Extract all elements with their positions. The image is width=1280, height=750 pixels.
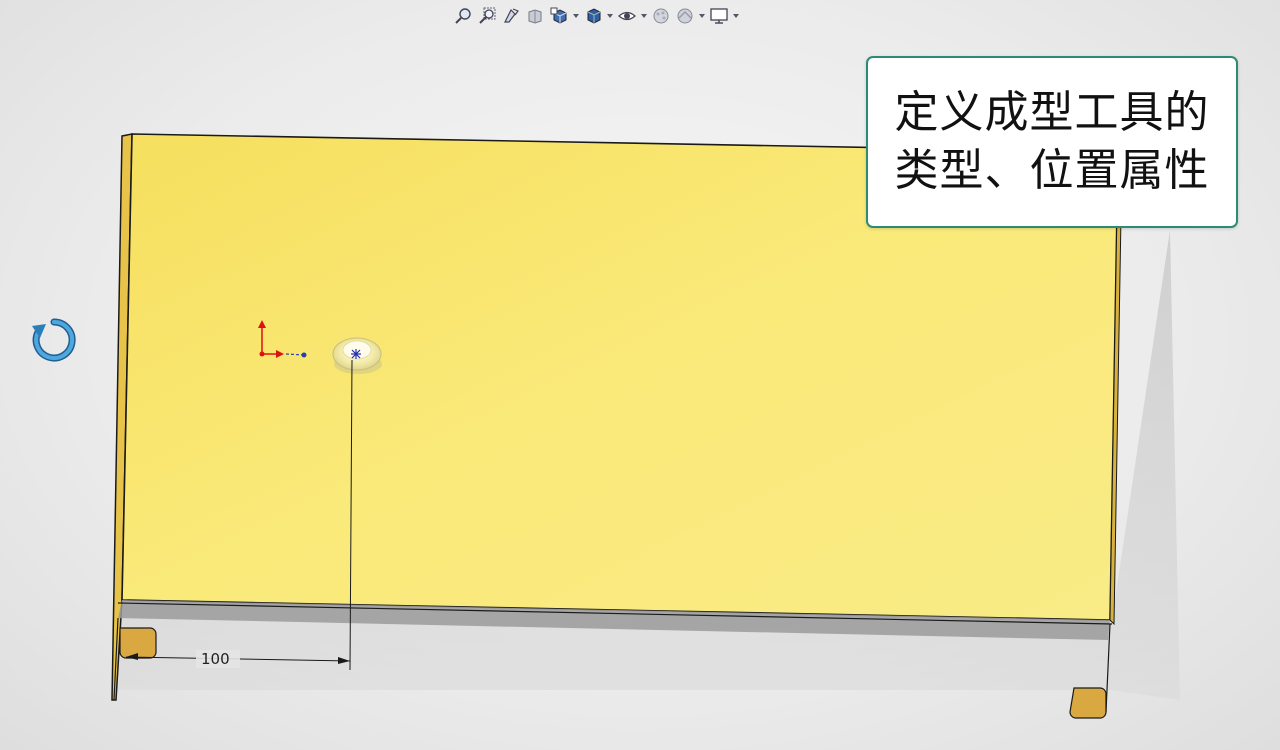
display-style-icon[interactable]	[582, 5, 604, 27]
section-view-icon[interactable]	[524, 5, 546, 27]
callout-text: 定义成型工具的 类型、位置属性	[872, 84, 1232, 200]
view-orientation-icon[interactable]	[548, 5, 570, 27]
forming-tool-top	[342, 340, 372, 360]
view-orientation-dropdown-icon[interactable]	[572, 5, 580, 27]
zoom-to-area-icon[interactable]	[476, 5, 498, 27]
right-tab	[1069, 687, 1107, 719]
apply-scene-icon[interactable]	[674, 5, 696, 27]
hide-show-dropdown-icon[interactable]	[640, 5, 648, 27]
hide-show-items-icon[interactable]	[616, 5, 638, 27]
rotate-view-icon[interactable]	[30, 316, 78, 364]
forming-tool-placement-point[interactable]	[351, 349, 361, 359]
heads-up-view-toolbar	[452, 4, 740, 28]
zoom-to-fit-icon[interactable]	[452, 5, 474, 27]
callout-line-1: 定义成型工具的	[894, 87, 1210, 138]
dimension-value[interactable]: 100	[201, 650, 230, 668]
sketch-point	[301, 352, 307, 358]
edit-appearance-icon[interactable]	[650, 5, 672, 27]
previous-view-icon[interactable]	[500, 5, 522, 27]
callout-line-2: 类型、位置属性	[894, 145, 1210, 196]
instruction-callout: 定义成型工具的 类型、位置属性	[866, 56, 1238, 228]
display-style-dropdown-icon[interactable]	[606, 5, 614, 27]
view-settings-dropdown-icon[interactable]	[732, 5, 740, 27]
view-settings-icon[interactable]	[708, 5, 730, 27]
origin-point	[259, 351, 265, 357]
apply-scene-dropdown-icon[interactable]	[698, 5, 706, 27]
